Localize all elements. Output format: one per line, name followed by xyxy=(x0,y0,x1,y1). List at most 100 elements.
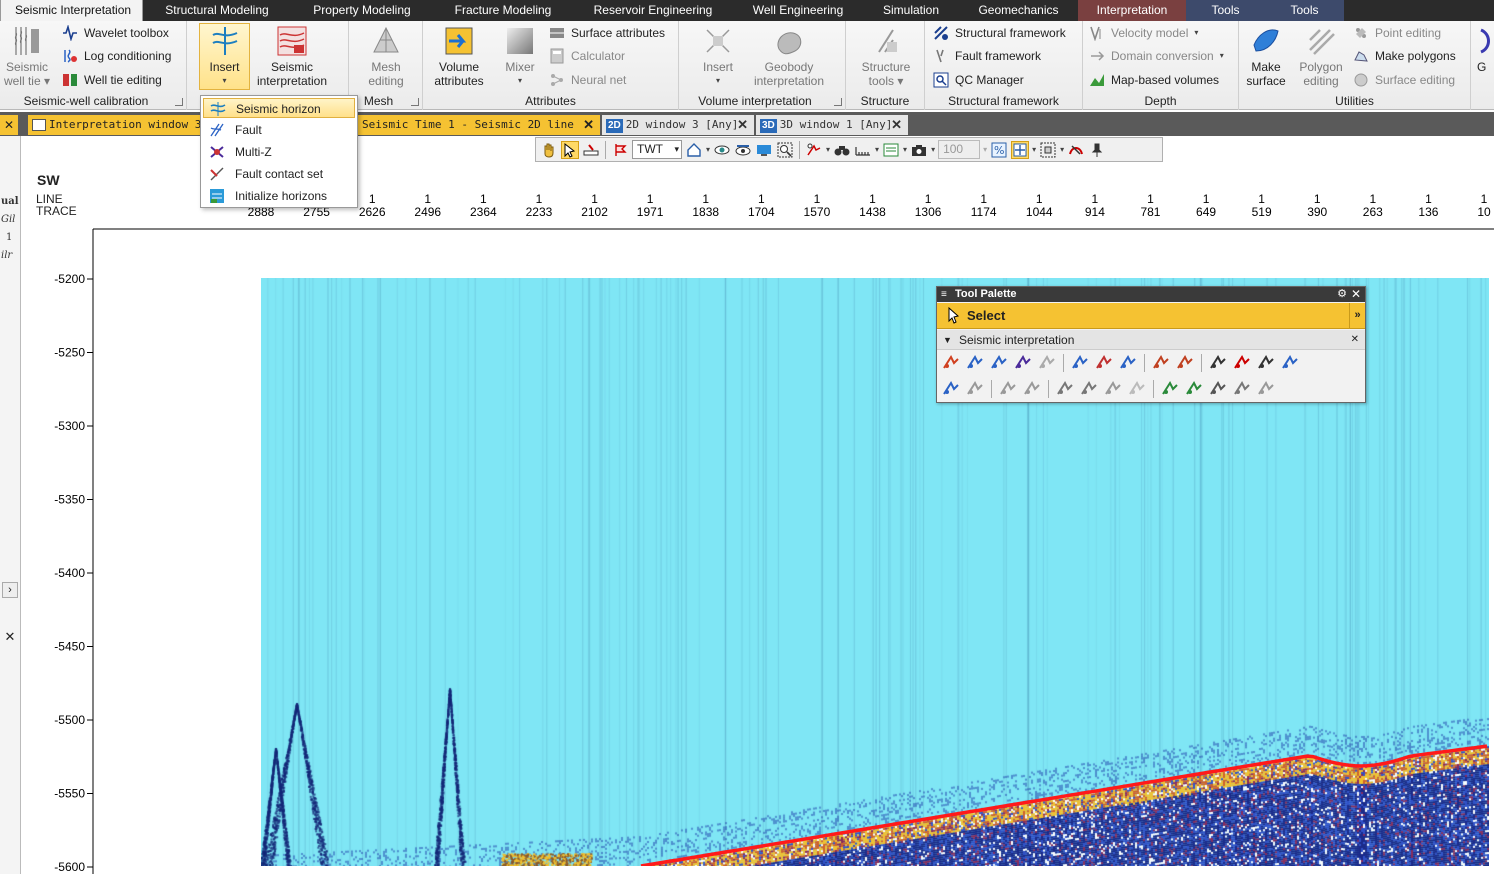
polygon-editing-button[interactable]: Polygon editing xyxy=(1297,24,1345,88)
neural-net-button[interactable]: Neural net xyxy=(549,70,626,90)
close-panel-icon[interactable]: ✕ xyxy=(0,115,18,135)
menu-item-fault-contact-set[interactable]: Fault contact set xyxy=(203,164,355,184)
map-based-volumes-button[interactable]: Map-based volumes xyxy=(1089,70,1219,90)
home-view-icon[interactable] xyxy=(685,141,703,159)
layer-icon[interactable] xyxy=(1184,379,1204,399)
window-tab-3d-window[interactable]: 3D 3D window 1 [Any] ✕ xyxy=(756,115,908,135)
tab-fracture-modeling[interactable]: Fracture Modeling xyxy=(433,0,573,21)
volume-attributes-button[interactable]: Volume attributes xyxy=(429,24,489,88)
domain-select[interactable]: TWT xyxy=(632,140,682,159)
visibility-eye-icon[interactable] xyxy=(713,141,731,159)
tab-structural-modeling[interactable]: Structural Modeling xyxy=(143,0,291,21)
display-icon[interactable] xyxy=(755,141,773,159)
surface-attributes-button[interactable]: Surface attributes xyxy=(549,23,665,43)
tab-reservoir-engineering[interactable]: Reservoir Engineering xyxy=(573,0,733,21)
select-pointer-icon[interactable] xyxy=(561,140,579,159)
paint-horizon-icon[interactable] xyxy=(1013,353,1033,373)
relax-icon[interactable] xyxy=(1103,379,1123,399)
tool-palette[interactable]: ≡ Tool Palette ⚙ ✕ Select » ▼ Seismic in… xyxy=(936,286,1366,403)
measure-icon[interactable] xyxy=(582,141,600,159)
tab-tools-1[interactable]: Tools xyxy=(1186,0,1265,21)
delete-icon[interactable] xyxy=(1256,353,1276,373)
auto-track-icon[interactable] xyxy=(1067,141,1085,159)
pick-fault-icon[interactable] xyxy=(1151,353,1171,373)
pan-hand-icon[interactable] xyxy=(540,141,558,159)
view-eye-icon[interactable] xyxy=(734,141,752,159)
seismic-plot[interactable]: SW LINE TRACE 12888127551262612496123641… xyxy=(27,163,1494,874)
group-launcher-icon[interactable] xyxy=(175,98,183,106)
surface-editing-button[interactable]: Surface editing xyxy=(1353,70,1455,90)
horizon-line[interactable] xyxy=(640,744,1488,866)
split-icon[interactable] xyxy=(941,379,961,399)
cursor-dim-icon[interactable] xyxy=(1127,379,1147,399)
ruler-icon[interactable] xyxy=(854,141,872,159)
tool-palette-title[interactable]: ≡ Tool Palette ⚙ ✕ xyxy=(937,287,1365,302)
section-close-icon[interactable]: ✕ xyxy=(1351,330,1359,350)
structural-framework-button[interactable]: Structural framework xyxy=(933,23,1066,43)
redo-icon[interactable] xyxy=(1022,379,1042,399)
cross-fault-icon[interactable] xyxy=(1175,353,1195,373)
auto-track-icon[interactable] xyxy=(989,353,1009,373)
palette-section-header[interactable]: ▼ Seismic interpretation ✕ xyxy=(937,330,1365,350)
collapse-triangle-icon[interactable]: ▼ xyxy=(943,330,952,350)
tab-seismic-interpretation[interactable]: Seismic Interpretation xyxy=(0,0,143,21)
shift-icon[interactable] xyxy=(1232,379,1252,399)
flip-icon[interactable] xyxy=(611,141,629,159)
make-surface-button[interactable]: Make surface xyxy=(1243,24,1289,88)
group-launcher-icon[interactable] xyxy=(411,98,419,106)
window-tab-interpretation-3[interactable]: Interpretation window 3 [ xyxy=(28,115,215,135)
undo-icon[interactable] xyxy=(998,379,1018,399)
add-surface-icon[interactable] xyxy=(1160,379,1180,399)
palette-menu-icon[interactable]: ≡ xyxy=(941,287,947,302)
palette-select-bar[interactable]: Select » xyxy=(937,303,1365,329)
pin-icon[interactable] xyxy=(1088,141,1106,159)
percent-scale-icon[interactable]: % xyxy=(990,141,1008,159)
opacity-input[interactable]: 100 xyxy=(938,140,981,159)
horizon-flag-icon[interactable] xyxy=(1070,353,1090,373)
make-polygons-button[interactable]: Make polygons xyxy=(1353,46,1456,66)
tab-simulation[interactable]: Simulation xyxy=(863,0,959,21)
branch-icon[interactable] xyxy=(1280,353,1300,373)
well-tie-editing-button[interactable]: Well tie editing xyxy=(62,70,162,90)
tab-well-engineering[interactable]: Well Engineering xyxy=(733,0,863,21)
wavelet-toolbox-button[interactable]: Wavelet toolbox xyxy=(62,23,169,43)
menu-item-seismic-horizon[interactable]: Seismic horizon xyxy=(203,98,355,118)
palette-close-icon[interactable]: ✕ xyxy=(1351,287,1361,302)
fault-mark-icon[interactable] xyxy=(1094,353,1114,373)
settings-gear-icon[interactable] xyxy=(1208,379,1228,399)
tab-property-modeling[interactable]: Property Modeling xyxy=(291,0,433,21)
palette-settings-icon[interactable]: ⚙ xyxy=(1337,287,1347,302)
tab-geomechanics[interactable]: Geomechanics xyxy=(959,0,1078,21)
geobody-interpretation-button[interactable]: Geobody interpretation xyxy=(747,24,831,88)
mesh-editing-button[interactable]: Mesh editing xyxy=(359,24,413,88)
layout-icon[interactable] xyxy=(1039,141,1057,159)
pick-tool-icon[interactable] xyxy=(805,141,823,159)
stretch-icon[interactable] xyxy=(1079,379,1099,399)
group-launcher-icon[interactable] xyxy=(834,98,842,106)
seismic-well-tie-button[interactable]: Seismic well tie ▾ xyxy=(2,24,52,88)
mixer-button[interactable]: Mixer ▾ xyxy=(499,24,541,88)
guided-track-icon[interactable] xyxy=(965,353,985,373)
binoculars-icon[interactable] xyxy=(833,141,851,159)
zoom-icon[interactable] xyxy=(776,141,794,159)
menu-item-fault[interactable]: Fault xyxy=(203,120,355,140)
volume-insert-button[interactable]: Insert ▾ xyxy=(695,24,741,88)
log-conditioning-button[interactable]: Log conditioning xyxy=(62,46,171,66)
tab-tools-2[interactable]: Tools xyxy=(1265,0,1344,21)
close-tab-icon[interactable]: ✕ xyxy=(737,115,748,135)
legend-icon[interactable] xyxy=(882,141,900,159)
velocity-model-button[interactable]: Velocity model ▾ xyxy=(1089,23,1198,43)
camera-icon[interactable] xyxy=(910,141,928,159)
window-tab-2d-window[interactable]: 2D 2D window 3 [Any] ✕ xyxy=(602,115,754,135)
snap-icon[interactable] xyxy=(1118,353,1138,373)
seed-track-icon[interactable] xyxy=(941,353,961,373)
domain-conversion-button[interactable]: Domain conversion ▾ xyxy=(1089,46,1224,66)
fault-framework-button[interactable]: Fault framework xyxy=(933,46,1041,66)
disabled-track-icon[interactable] xyxy=(1037,353,1057,373)
merge-icon[interactable] xyxy=(965,379,985,399)
close-panel-icon[interactable]: ✕ xyxy=(2,629,18,645)
point-editing-button[interactable]: Point editing xyxy=(1353,23,1441,43)
smooth-icon[interactable] xyxy=(1055,379,1075,399)
window-tab-seismic-time[interactable]: Seismic Time 1 - Seismic 2D line ✕ xyxy=(358,115,600,135)
cut-off-button[interactable]: G xyxy=(1477,24,1494,74)
